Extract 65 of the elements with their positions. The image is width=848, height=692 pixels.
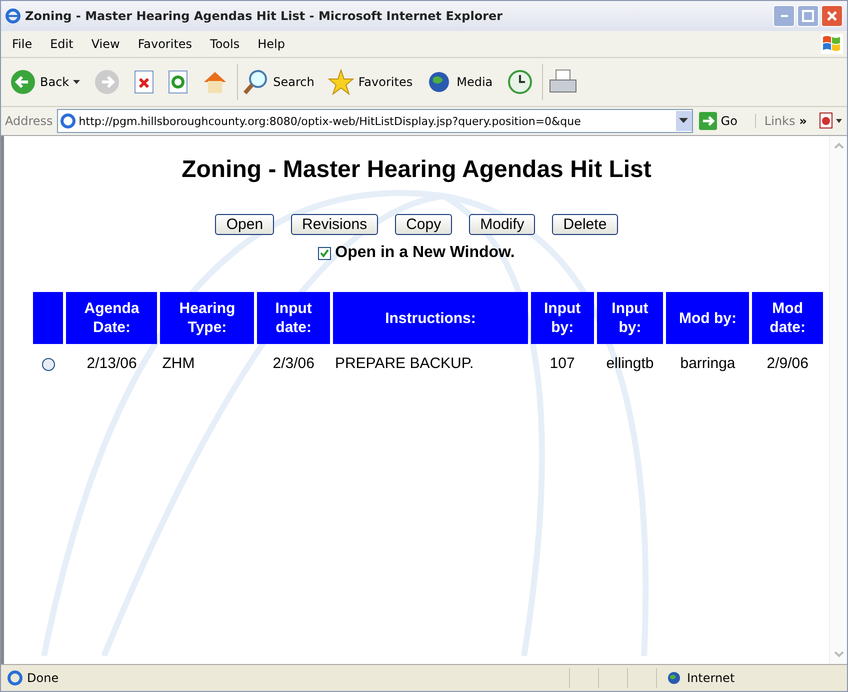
chevron-button[interactable]: » [799, 114, 813, 128]
dropdown-icon [679, 118, 688, 124]
column-header: Instructions: [332, 292, 528, 344]
action-button[interactable]: Delete [552, 214, 618, 235]
minimize-button[interactable] [773, 5, 795, 27]
action-button[interactable]: Open [215, 214, 274, 235]
zone-text: Internet [687, 671, 735, 685]
status-text: Done [27, 671, 59, 685]
column-header: Mod by: [666, 292, 750, 344]
menu-item[interactable]: View [84, 35, 127, 53]
search-icon [243, 69, 270, 95]
table-cell-text: 2/13/06 [86, 354, 138, 374]
menu-item[interactable]: File [5, 35, 40, 53]
back-button[interactable]: Back [5, 64, 86, 100]
minimize-icon [780, 15, 788, 17]
page-icon [7, 670, 23, 686]
maximize-icon [802, 10, 814, 22]
action-button[interactable]: Modify [469, 214, 536, 235]
search-button[interactable]: Search [237, 64, 320, 100]
checkbox-label: Open in a New Window. [335, 244, 515, 262]
new-window-checkbox[interactable] [318, 246, 332, 260]
table-header [33, 292, 64, 344]
table-cell-text: ZHM [161, 354, 196, 374]
column-header: Input date: [257, 292, 330, 344]
address-label: Address [5, 114, 53, 128]
column-header: Input by: [531, 292, 594, 344]
links-label[interactable]: Links [755, 114, 796, 128]
column-header: Hearing Type: [160, 292, 254, 344]
page-heading: Zoning - Master Hearing Agendas Hit List [182, 156, 652, 184]
table-cell-text: 107 [548, 354, 576, 374]
browser-logo-icon [5, 8, 21, 24]
action-button[interactable]: Copy [395, 214, 452, 235]
caret-icon [73, 80, 80, 84]
clock-icon [506, 69, 533, 95]
page-icon [60, 113, 76, 129]
maximize-button[interactable] [797, 5, 819, 27]
address-field[interactable]: http://pgm.hillsboroughcounty.org:8080/optix-web/HitListDisplay.jsp?query.position=0&que [56, 109, 693, 133]
document-icon[interactable] [817, 112, 843, 130]
refresh-icon [168, 70, 188, 94]
media-button[interactable]: Media [422, 64, 498, 100]
menu-item[interactable]: Edit [43, 35, 80, 53]
globe-icon [667, 671, 681, 685]
table-cell-text: PREPARE BACKUP. [334, 354, 475, 374]
table-cell-text: 2/3/06 [272, 354, 316, 374]
go-button[interactable]: Go [696, 112, 752, 130]
window-title: Zoning - Master Hearing Agendas Hit List - Microsoft Internet Explorer [25, 9, 504, 23]
column-header: Input by: [596, 292, 664, 344]
close-icon [826, 10, 838, 22]
table-cell-text: barringa [679, 354, 736, 374]
column-header: Agenda Date: [66, 292, 158, 344]
menu-item[interactable]: Tools [203, 35, 247, 53]
star-icon [328, 69, 354, 95]
windows-flag-icon [821, 34, 843, 54]
column-header: Mod date: [752, 292, 823, 344]
menu-item[interactable]: Favorites [130, 35, 200, 53]
row-radio[interactable] [42, 358, 55, 371]
menu-item[interactable]: Help [250, 35, 292, 53]
house-icon [202, 69, 228, 95]
action-button[interactable]: Revisions [291, 214, 378, 235]
vertical-scrollbar[interactable] [829, 136, 847, 664]
table-cell-text: ellingtb [605, 354, 655, 374]
close-button[interactable] [821, 5, 843, 27]
stop-icon [134, 70, 154, 94]
table-cell-text: 2/9/06 [766, 354, 810, 374]
favorites-button[interactable]: Favorites [323, 64, 418, 100]
